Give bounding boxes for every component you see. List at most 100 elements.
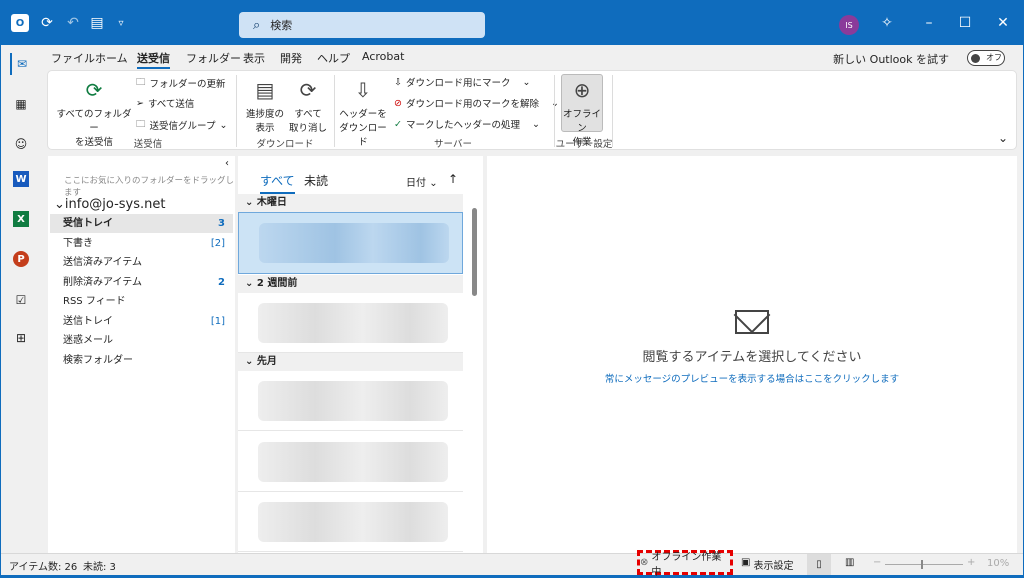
download-headers-label-2: ダウンロード	[339, 123, 387, 148]
people-icon[interactable]: ☺	[10, 133, 32, 155]
list-item[interactable]	[238, 492, 463, 552]
sort-direction-icon[interactable]: ↑	[448, 172, 458, 186]
process-marked-button[interactable]: ✓ マークしたヘッダーの処理 ⌄	[394, 117, 540, 132]
collapse-ribbon-icon[interactable]: ⌄	[998, 131, 1008, 145]
menu-send-receive[interactable]: 送受信	[137, 50, 170, 69]
list-item[interactable]	[238, 371, 463, 431]
maximize-button[interactable]: ☐	[953, 11, 977, 35]
folder-label: 下書き	[63, 238, 93, 249]
send-all-button[interactable]: ➢ すべて送信	[136, 96, 194, 111]
menu-folder[interactable]: フォルダー	[186, 50, 241, 66]
unmark-download-button[interactable]: ⊘ダウンロード用のマークを解除⌄	[394, 96, 559, 111]
undo-icon[interactable]: ↶	[63, 13, 83, 33]
globe-offline-icon: ⊕	[573, 78, 591, 102]
search-box[interactable]: ⌕ 検索	[239, 12, 485, 38]
folder-inbox[interactable]: 受信トレイ 3	[50, 214, 233, 233]
group-header[interactable]: ⌄ 先月	[238, 353, 463, 371]
update-folder-button[interactable]: 🗀 フォルダーの更新	[136, 75, 226, 91]
powerpoint-icon[interactable]: P	[13, 251, 29, 267]
close-button[interactable]: ✕	[991, 11, 1015, 35]
menu-help[interactable]: ヘルプ	[317, 50, 350, 66]
sync-icon[interactable]: ⟳	[37, 13, 57, 33]
folder-label: 送信済みアイテム	[63, 257, 142, 268]
blurred-preview	[258, 502, 448, 542]
calendar-icon[interactable]: ▦	[10, 93, 32, 115]
folder-sent[interactable]: 送信済みアイテム	[50, 253, 233, 272]
offline-icon: ⊗	[640, 557, 649, 568]
quick-access-icon[interactable]: ▤	[87, 13, 107, 33]
avatar[interactable]: IS	[839, 15, 859, 35]
blurred-preview	[258, 381, 448, 421]
sort-label: 日付	[406, 178, 426, 189]
menu-acrobat[interactable]: Acrobat	[362, 50, 404, 63]
tab-all[interactable]: すべて	[260, 172, 295, 194]
mark-download-label: ダウンロード用にマーク	[405, 78, 511, 89]
normal-view-icon[interactable]: ▯	[807, 554, 831, 575]
folder-deleted[interactable]: 削除済みアイテム 2	[50, 273, 233, 292]
item-count: アイテム数: 26	[9, 562, 78, 573]
download-headers-button[interactable]: ⇩ ヘッダーを ダウンロード	[338, 77, 388, 148]
unmark-download-label: ダウンロード用のマークを解除	[405, 99, 539, 110]
cancel-all-button[interactable]: ⟳ すべて 取り消し	[288, 77, 328, 134]
folder-junk[interactable]: 迷惑メール	[50, 331, 233, 350]
sendrecv-groups-label: 送受信グループ	[149, 121, 216, 132]
view-settings-button[interactable]: ▣ 表示設定	[741, 557, 793, 572]
check-icon: ✓	[394, 118, 402, 130]
scrollbar[interactable]	[469, 196, 479, 553]
offline-status-label: オフライン作業中	[651, 551, 722, 578]
work-offline-button[interactable]: ⊕ オフライン 作業	[561, 74, 603, 148]
zoom-out-icon[interactable]: −	[873, 557, 881, 568]
group-header[interactable]: ⌄ 2 週間前	[238, 275, 463, 293]
mark-download-button[interactable]: ⇩ ダウンロード用にマーク ⌄	[394, 75, 530, 90]
outlook-window: O ⟳ ↶ ▤ ▿ ⌕ 検索 IS ✧ – ☐ ✕ ✉ ▦ ☺ W X P ☑ …	[0, 0, 1024, 578]
tasks-icon[interactable]: ☑	[10, 289, 32, 311]
zoom-slider[interactable]	[885, 564, 963, 565]
collapse-pane-icon[interactable]: ‹	[225, 158, 229, 169]
cancel-sync-icon: ⟳	[299, 78, 317, 102]
status-bar: アイテム数: 26 未読: 3 ▣ 表示設定 ▯ ▥ − + 10%	[1, 553, 1023, 575]
new-outlook-toggle[interactable]: オフ	[967, 50, 1005, 66]
folder-pane: ‹ ここにお気に入りのフォルダーをドラッグします ⌄info@jo-sys.ne…	[48, 156, 235, 553]
list-item[interactable]	[238, 293, 463, 353]
zoom-in-icon[interactable]: +	[967, 557, 975, 568]
mark-icon: ⇩	[394, 76, 402, 88]
search-icon: ⌕	[253, 17, 261, 33]
group-label-download: ダウンロード	[256, 139, 314, 150]
menu-file[interactable]: ファイル	[51, 50, 95, 66]
sort-dropdown[interactable]: 日付 ⌄	[406, 174, 438, 189]
reading-view-icon[interactable]: ▥	[845, 557, 854, 568]
tab-unread[interactable]: 未読	[304, 172, 328, 189]
app-rail: ✉ ▦ ☺ W X P ☑ ⊞	[1, 45, 39, 553]
list-item[interactable]	[238, 212, 463, 274]
sendrecv-groups-button[interactable]: 🗀 送受信グループ ⌄	[136, 117, 227, 133]
minimize-button[interactable]: –	[917, 11, 941, 35]
folder-drafts[interactable]: 下書き [2]	[50, 234, 233, 253]
preview-link[interactable]: 常にメッセージのプレビューを表示する場合はここをクリックします	[487, 371, 1017, 385]
group-header[interactable]: ⌄ 木曜日	[238, 194, 463, 212]
scrollbar-thumb[interactable]	[472, 208, 477, 296]
mail-icon[interactable]: ✉	[10, 53, 32, 75]
groups-icon: 🗀	[136, 119, 146, 130]
apps-icon[interactable]: ⊞	[10, 327, 32, 349]
show-progress-button[interactable]: ▤ 進捗度の 表示	[242, 77, 288, 134]
account-name[interactable]: ⌄info@jo-sys.net	[54, 197, 166, 212]
excel-icon[interactable]: X	[13, 211, 29, 227]
zoom-slider-thumb[interactable]	[921, 560, 923, 569]
word-icon[interactable]: W	[13, 171, 29, 187]
menu-home[interactable]: ホーム	[95, 50, 128, 66]
view-settings-label: 表示設定	[753, 561, 794, 572]
folder-rss[interactable]: RSS フィード	[50, 292, 233, 311]
folder-outbox[interactable]: 送信トレイ [1]	[50, 312, 233, 331]
folder-refresh-icon: 🗀	[136, 77, 146, 88]
chevron-down-icon: ⌄	[245, 356, 257, 367]
customize-toolbar-icon[interactable]: ▿	[111, 13, 131, 33]
menu-developer[interactable]: 開発	[280, 50, 302, 66]
blurred-preview	[258, 303, 448, 343]
folder-label: 受信トレイ	[63, 218, 113, 229]
list-item[interactable]	[238, 432, 463, 492]
message-list: すべて 未読 日付 ⌄ ↑ ⌄ 木曜日 ⌄ 2 週間前 ⌄ 先月	[238, 156, 483, 553]
lightbulb-icon[interactable]: ✧	[875, 11, 899, 35]
menu-view[interactable]: 表示	[243, 50, 265, 66]
folder-search[interactable]: 検索フォルダー	[50, 351, 233, 370]
ribbon: ⟳ すべてのフォルダー を送受信 🗀 フォルダーの更新 ➢ すべて送信 🗀 送受信グル…	[47, 70, 1017, 150]
